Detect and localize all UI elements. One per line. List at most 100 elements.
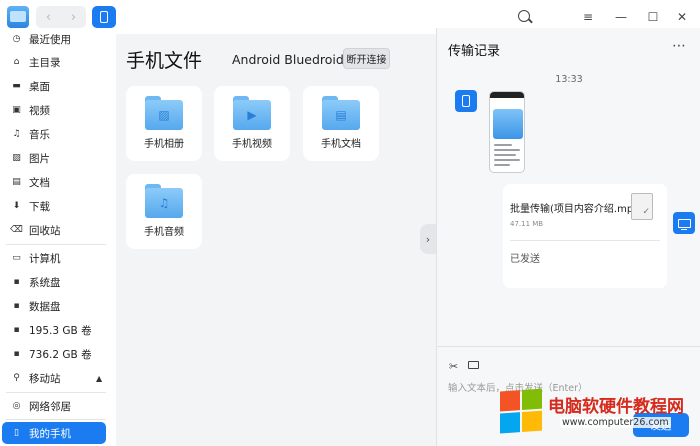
device-name: Android Bluedroid	[232, 52, 344, 67]
trash-icon: ⌫	[10, 225, 23, 235]
disk-icon: ▪	[13, 325, 20, 335]
navigation-group: ‹ ›	[36, 6, 86, 28]
sidebar-item-volume-736[interactable]: ▪ 736.2 GB 卷	[2, 343, 106, 365]
windows-logo-icon	[500, 388, 544, 435]
audio-folder-icon: ♫	[145, 184, 183, 218]
sidebar-divider	[6, 244, 106, 245]
sidebar-item-label: 数据盘	[29, 300, 61, 313]
disk-icon: ▪	[13, 301, 20, 311]
computer-avatar	[673, 212, 695, 234]
sidebar-item-label: 我的手机	[29, 427, 71, 440]
sidebar-item-music[interactable]: ♫ 音乐	[2, 123, 106, 145]
sidebar-item-removable[interactable]: ⚲ 移动站 ▲	[2, 367, 106, 389]
sidebar-item-computer[interactable]: ▭ 计算机	[2, 247, 106, 269]
transfer-panel: 传输记录 ⋯ 13:33 13:35 批量传输(项目内容介绍.mp4) 47.1…	[436, 28, 700, 446]
search-icon[interactable]	[518, 10, 530, 22]
desktop-icon: ▬	[12, 81, 21, 91]
video-icon: ▣	[12, 105, 21, 115]
home-icon: ⌂	[13, 57, 20, 67]
phone-files-panel: 手机文件 Android Bluedroid 断开连接 ▨ 手机相册 ▶ 手机视…	[116, 34, 436, 446]
phone-tab-button[interactable]	[92, 6, 116, 28]
sidebar-divider	[6, 392, 106, 393]
folder-label: 手机文档	[321, 139, 361, 150]
folder-tile-documents[interactable]: ▤ 手机文档	[303, 86, 379, 161]
computer-icon: ▭	[12, 253, 21, 263]
maximize-button[interactable]: ☐	[644, 8, 662, 26]
sidebar-item-label: 195.3 GB 卷	[29, 324, 92, 337]
disk-icon: ▪	[13, 277, 20, 287]
collapse-panel-button[interactable]: ›	[420, 224, 436, 254]
sidebar-divider	[6, 419, 106, 420]
eject-icon[interactable]: ▲	[96, 374, 102, 383]
sidebar-item-home[interactable]: ⌂ 主目录	[2, 51, 106, 73]
network-icon: ◎	[12, 401, 21, 411]
document-folder-icon: ▤	[322, 96, 360, 130]
document-icon: ▤	[12, 177, 21, 187]
back-button[interactable]: ‹	[36, 6, 61, 28]
sidebar-item-label: 最近使用	[29, 33, 71, 46]
sidebar-item-label: 图片	[29, 152, 50, 165]
usb-icon: ⚲	[13, 373, 20, 383]
folder-label: 手机音频	[144, 227, 184, 238]
transfer-title: 传输记录	[448, 44, 501, 59]
file-name: 批量传输(项目内容介绍.mp4)	[510, 204, 644, 215]
sidebar-item-label: 主目录	[29, 56, 61, 69]
sidebar-item-videos[interactable]: ▣ 视频	[2, 99, 106, 121]
file-manager-logo-icon	[7, 6, 29, 28]
folder-label: 手机视频	[232, 139, 272, 150]
computer-icon	[677, 218, 691, 230]
transfer-status: 已发送	[510, 254, 540, 265]
file-stack-icon	[631, 193, 653, 220]
sidebar-item-label: 736.2 GB 卷	[29, 348, 92, 361]
phone-icon	[100, 11, 108, 23]
sidebar-item-recent[interactable]: ◷ 最近使用	[2, 28, 106, 50]
more-options-icon[interactable]: ⋯	[672, 38, 687, 54]
folder-tile-album[interactable]: ▨ 手机相册	[126, 86, 202, 161]
disk-icon: ▪	[13, 349, 20, 359]
clock-icon: ◷	[12, 34, 21, 44]
disconnect-button[interactable]: 断开连接	[343, 48, 390, 69]
card-divider	[510, 240, 660, 241]
close-button[interactable]: ✕	[673, 8, 691, 26]
folder-tile-audio[interactable]: ♫ 手机音频	[126, 174, 202, 249]
sidebar-item-label: 计算机	[29, 252, 61, 265]
phone-avatar	[455, 90, 477, 112]
minimize-button[interactable]: —	[612, 8, 630, 26]
music-icon: ♫	[12, 129, 21, 139]
folder-tile-video[interactable]: ▶ 手机视频	[214, 86, 290, 161]
album-folder-icon: ▨	[145, 96, 183, 130]
sidebar-item-data-disk[interactable]: ▪ 数据盘	[2, 295, 106, 317]
sidebar-item-volume-195[interactable]: ▪ 195.3 GB 卷	[2, 319, 106, 341]
folder-label: 手机相册	[144, 139, 184, 150]
sidebar-item-label: 系统盘	[29, 276, 61, 289]
folder-icon[interactable]	[468, 361, 479, 369]
sidebar-item-label: 桌面	[29, 80, 50, 93]
sidebar-item-label: 下载	[29, 200, 50, 213]
input-divider	[437, 346, 700, 347]
download-icon: ⬇	[12, 201, 21, 211]
sidebar-item-documents[interactable]: ▤ 文档	[2, 171, 106, 193]
sidebar-item-trash[interactable]: ⌫ 回收站	[2, 219, 106, 241]
sidebar-item-downloads[interactable]: ⬇ 下载	[2, 195, 106, 217]
sidebar-item-network[interactable]: ◎ 网络邻居	[2, 395, 106, 417]
sidebar-item-my-phone[interactable]: ▯ 我的手机	[2, 422, 106, 444]
sidebar-item-pictures[interactable]: ▨ 图片	[2, 147, 106, 169]
screenshot-thumbnail[interactable]	[489, 91, 525, 173]
sidebar-item-label: 回收站	[29, 224, 61, 237]
sidebar-item-label: 视频	[29, 104, 50, 117]
file-transfer-card[interactable]: 批量传输(项目内容介绍.mp4) 47.11 MB 已发送	[503, 184, 667, 288]
video-folder-icon: ▶	[233, 96, 271, 130]
forward-button[interactable]: ›	[61, 6, 86, 28]
sidebar: ◷ 最近使用 ⌂ 主目录 ▬ 桌面 ▣ 视频 ♫ 音乐 ▨ 图片 ▤ 文档 ⬇ 下载 ⌫ 回收站 …	[0, 28, 116, 446]
timestamp: 13:33	[555, 74, 583, 85]
sidebar-item-label: 移动站	[29, 372, 61, 385]
file-size: 47.11 MB	[510, 220, 544, 228]
sidebar-item-desktop[interactable]: ▬ 桌面	[2, 75, 106, 97]
picture-icon: ▨	[12, 153, 21, 163]
scissors-icon[interactable]: ✂	[449, 360, 458, 373]
sidebar-item-system-disk[interactable]: ▪ 系统盘	[2, 271, 106, 293]
sidebar-item-label: 网络邻居	[29, 400, 71, 413]
watermark: 电脑软硬件教程网 www.computer26.com	[500, 388, 700, 446]
menu-button[interactable]: ≡	[579, 8, 597, 26]
sidebar-item-label: 音乐	[29, 128, 50, 141]
